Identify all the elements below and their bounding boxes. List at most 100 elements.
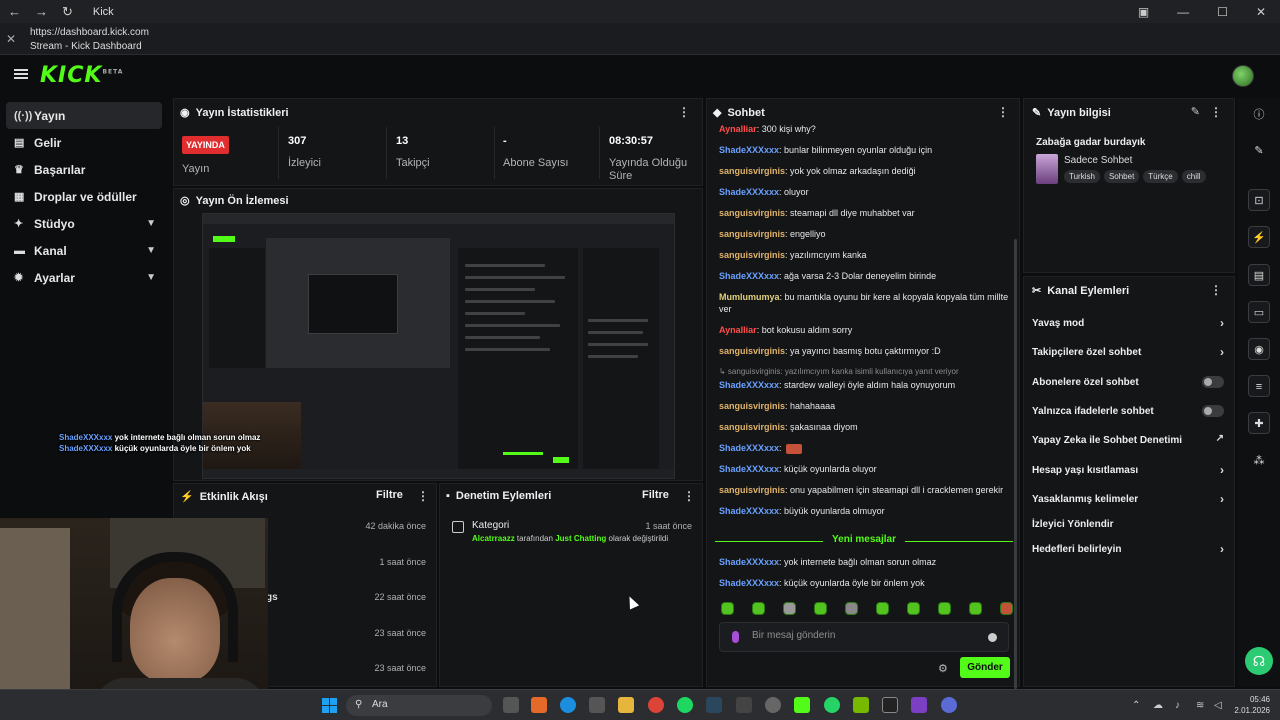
sidebar-item-yayin[interactable]: ((·)) Yayın [6, 102, 162, 129]
windows-start-icon[interactable] [322, 698, 337, 713]
action-host-viewers[interactable]: İzleyici Yönlendir [1032, 519, 1228, 530]
emote-icon[interactable] [876, 602, 889, 615]
target-icon[interactable]: ⊡ [1248, 189, 1270, 211]
emote-icon[interactable] [938, 602, 951, 615]
store-icon[interactable] [589, 697, 605, 713]
user-avatar[interactable] [1232, 65, 1254, 87]
epic-icon[interactable] [736, 697, 752, 713]
stream-preview-video[interactable] [202, 213, 675, 479]
more-options-icon[interactable]: ⋮ [1210, 105, 1222, 119]
cloud-icon[interactable]: ☁ [1153, 700, 1163, 711]
sidebar-item-gelir[interactable]: ▤ Gelir [0, 129, 170, 156]
volume-icon[interactable]: ◁ [1214, 700, 1222, 711]
kick-icon[interactable] [794, 697, 810, 713]
forward-icon[interactable]: → [35, 4, 48, 19]
taskview-icon[interactable] [503, 697, 519, 713]
folder-icon[interactable] [618, 697, 634, 713]
chat-username[interactable]: ShadeXXXxxx [719, 145, 779, 155]
nvidia-icon[interactable] [853, 697, 869, 713]
moderation-filter-button[interactable]: Filtre [642, 489, 669, 501]
action-slow-mode[interactable]: Yavaş mod › [1032, 316, 1228, 330]
tag[interactable]: Turkish [1064, 170, 1100, 183]
restore-tab-icon[interactable]: ▣ [1138, 5, 1149, 19]
spotify-icon[interactable] [677, 697, 693, 713]
send-button[interactable]: Gönder [960, 657, 1010, 678]
edit-icon[interactable]: ✎ [1191, 105, 1200, 118]
pencil-icon[interactable]: ✎ [1248, 140, 1270, 162]
widgets-icon[interactable] [531, 697, 547, 713]
sidebar-item-kanal[interactable]: ▬ Kanal ▼ [0, 237, 170, 264]
chat-username[interactable]: sanguisvirginis [719, 250, 785, 260]
chat-username[interactable]: ShadeXXXxxx [719, 506, 779, 516]
close-icon[interactable]: ✕ [1256, 5, 1266, 19]
chrome-icon[interactable] [648, 697, 664, 713]
info-icon[interactable]: ⓘ [1248, 104, 1270, 126]
emote-icon[interactable] [845, 602, 858, 615]
taskbar-search[interactable]: ⚲ Ara [346, 695, 492, 716]
wifi-icon[interactable]: ≋ [1196, 700, 1204, 711]
extensions-icon[interactable]: ⁂ [1248, 450, 1270, 472]
maximize-icon[interactable]: ☐ [1217, 5, 1228, 19]
chat-bubble-icon[interactable]: ▭ [1248, 301, 1270, 323]
subscribers-only-toggle[interactable] [1202, 376, 1224, 388]
chat-username[interactable]: ShadeXXXxxx [719, 464, 779, 474]
steam-icon[interactable] [706, 697, 722, 713]
chat-username[interactable]: sanguisvirginis [719, 229, 785, 239]
tag[interactable]: Türkçe [1143, 170, 1178, 183]
sidebar-item-ayarlar[interactable]: ✹ Ayarlar ▼ [0, 264, 170, 291]
chat-username[interactable]: ShadeXXXxxx [719, 443, 779, 453]
chat-settings-icon[interactable]: ⚙ [938, 662, 948, 675]
page-url[interactable]: https://dashboard.kick.com [30, 27, 149, 38]
chevron-up-icon[interactable]: ⌃ [1132, 700, 1140, 711]
chat-username[interactable]: AynaIIiar [719, 124, 757, 134]
action-account-age[interactable]: Hesap yaşı kısıtlaması › [1032, 463, 1228, 477]
sidebar-item-droplar[interactable]: ▦ Droplar ve ödüller [0, 183, 170, 210]
chat-username[interactable]: sanguisvirginis [719, 208, 785, 218]
emote-icon[interactable] [814, 602, 827, 615]
broadcast-icon[interactable]: ◉ [1248, 338, 1270, 360]
g-app-icon[interactable] [882, 697, 898, 713]
whatsapp-icon[interactable] [824, 697, 840, 713]
emote-icon[interactable] [907, 602, 920, 615]
chat-username[interactable]: sanguisvirginis [719, 401, 785, 411]
chat-username[interactable]: AynaIIiar [719, 325, 757, 335]
edge-icon[interactable] [560, 697, 576, 713]
tag[interactable]: chill [1181, 170, 1206, 183]
emote-icon[interactable] [752, 602, 765, 615]
lightning-icon[interactable]: ⚡ [1248, 226, 1270, 248]
chat-username[interactable]: ShadeXXXxxx [719, 271, 779, 281]
activity-filter-button[interactable]: Filtre [376, 489, 403, 501]
chat-username[interactable]: ShadeXXXxxx [719, 557, 779, 567]
app-icon[interactable] [765, 697, 781, 713]
emote-icon[interactable] [783, 602, 796, 615]
more-options-icon[interactable]: ⋮ [997, 105, 1009, 119]
menu-icon[interactable] [14, 69, 28, 79]
chat-username[interactable]: ShadeXXXxxx [719, 187, 779, 197]
chat-username[interactable]: ShadeXXXxxx [719, 380, 779, 390]
chat-message-input[interactable] [752, 630, 982, 641]
chat-username[interactable]: sanguisvirginis [719, 422, 785, 432]
more-options-icon[interactable]: ⋮ [417, 489, 429, 503]
reload-icon[interactable]: ↻ [62, 4, 73, 20]
chat-username[interactable]: sanguisvirginis [719, 485, 785, 495]
emoji-icon[interactable] [988, 633, 997, 642]
close-app-icon[interactable]: ✕ [6, 32, 16, 46]
chat-username[interactable]: sanguisvirginis [719, 346, 785, 356]
emotes-only-toggle[interactable] [1202, 405, 1224, 417]
support-icon[interactable]: ☊ [1245, 647, 1273, 675]
chat-username[interactable]: Mumlumumya [719, 292, 780, 302]
chat-scrollbar[interactable] [1014, 239, 1017, 689]
discord-icon[interactable] [941, 697, 957, 713]
more-options-icon[interactable]: ⋮ [678, 105, 690, 119]
kick-logo[interactable]: KICKBETA [40, 63, 123, 88]
sidebar-item-studyo[interactable]: ✦ Stüdyo ▼ [0, 210, 170, 237]
action-banned-words[interactable]: Yasaklanmış kelimeler › [1032, 492, 1228, 506]
list-icon[interactable]: ≡ [1248, 375, 1270, 397]
sidebar-item-basarilar[interactable]: ♛ Başarılar [0, 156, 170, 183]
microphone-icon[interactable] [732, 631, 739, 643]
emote-icon[interactable] [1000, 602, 1013, 615]
vs-icon[interactable] [911, 697, 927, 713]
chat-username[interactable]: ShadeXXXxxx [719, 578, 779, 588]
more-options-icon[interactable]: ⋮ [1210, 283, 1222, 297]
stream-category[interactable]: Sadece Sohbet [1064, 155, 1132, 166]
